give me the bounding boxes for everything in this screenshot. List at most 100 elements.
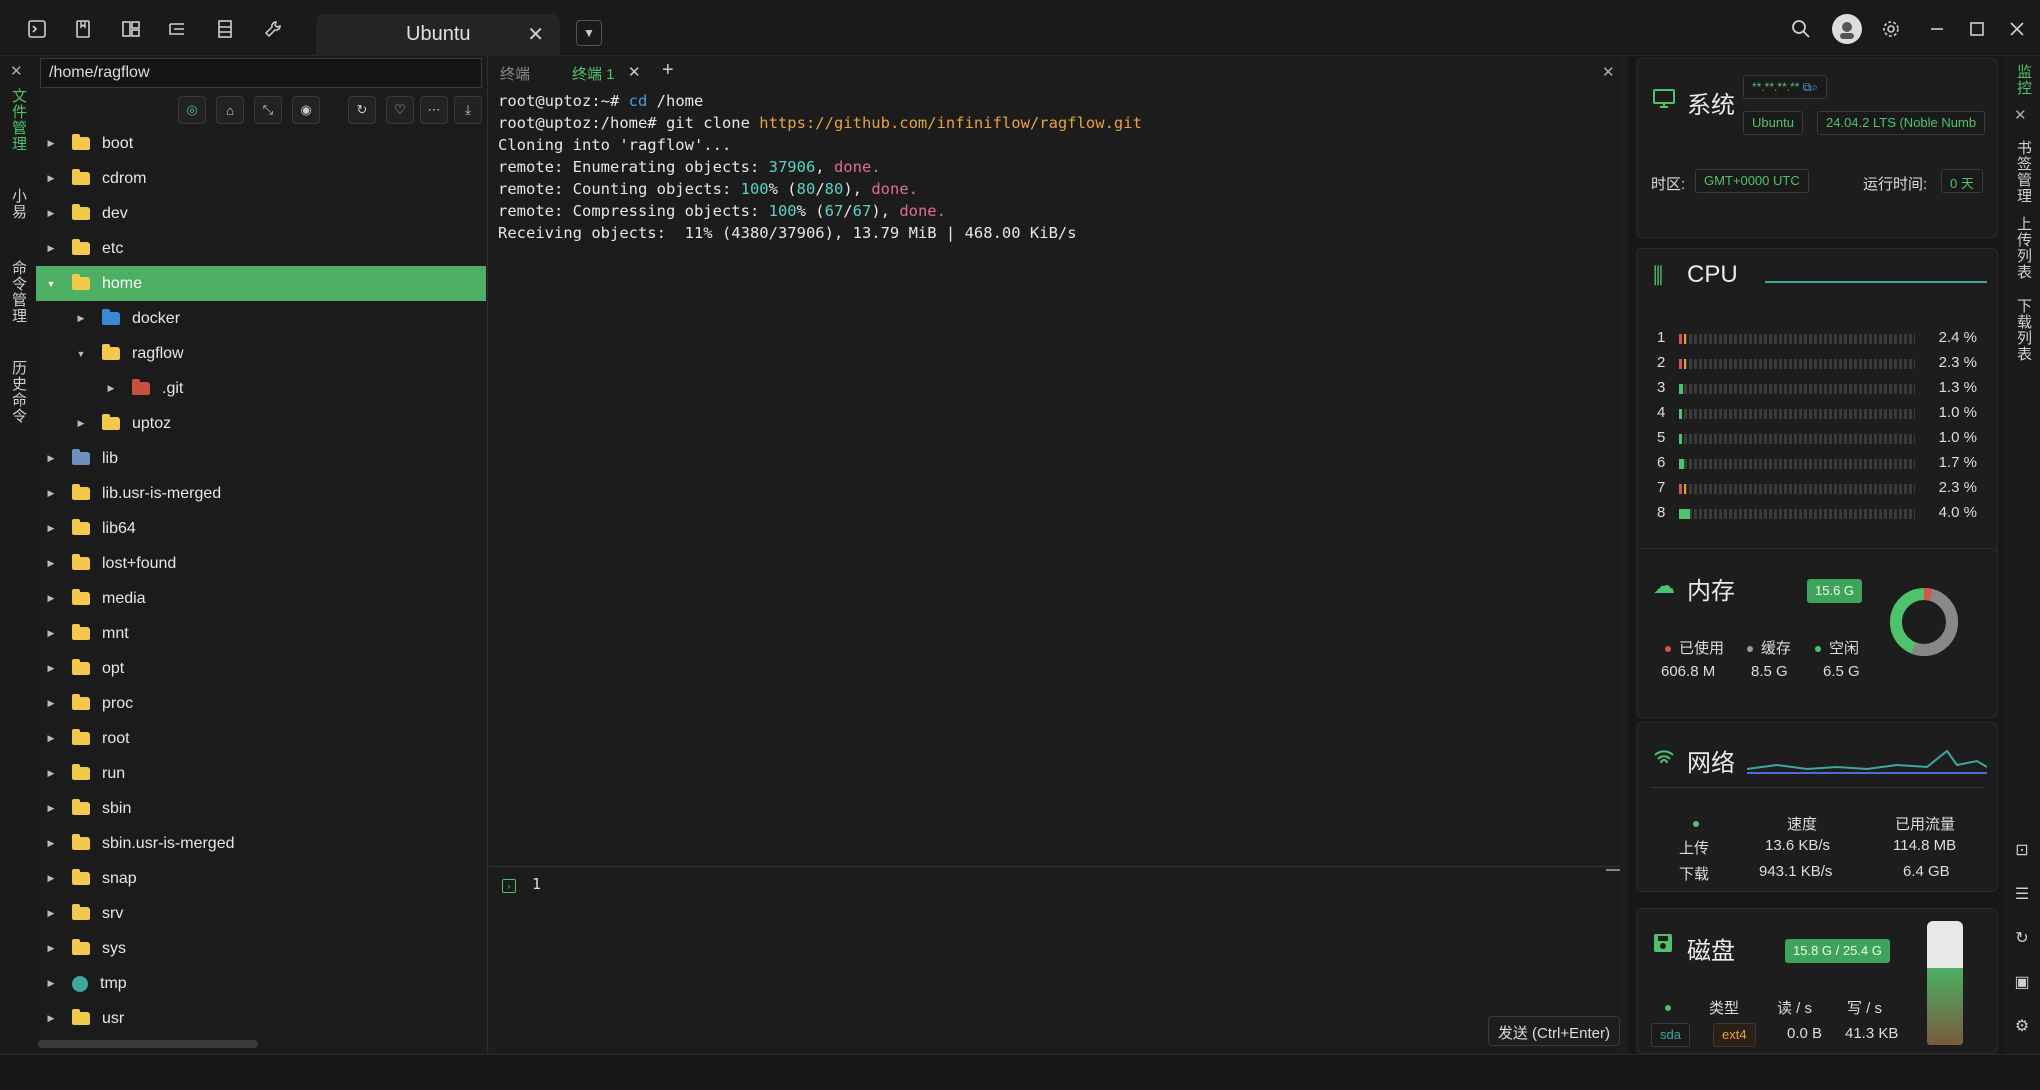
sidebar-item-upload-list[interactable]: 上传列表 (2013, 216, 2034, 280)
collapsed-arrow-icon[interactable]: ▶ (104, 383, 118, 394)
collapsed-arrow-icon[interactable]: ▶ (44, 593, 58, 604)
collapsed-arrow-icon[interactable]: ▶ (44, 208, 58, 219)
tree-item-boot[interactable]: ▶ boot (36, 126, 486, 161)
expanded-arrow-icon[interactable]: ▼ (44, 279, 58, 289)
tree-item-mnt[interactable]: ▶ mnt (36, 616, 486, 651)
tree-item-docker[interactable]: ▶ docker (36, 301, 486, 336)
list-icon[interactable]: ☰ (2012, 884, 2032, 904)
collapsed-arrow-icon[interactable]: ▶ (44, 908, 58, 919)
add-tab-button[interactable]: + (662, 59, 674, 82)
collapsed-arrow-icon[interactable]: ▶ (44, 768, 58, 779)
close-icon[interactable]: ✕ (10, 62, 23, 80)
tree-item-ragflow[interactable]: ▼ ragflow (36, 336, 486, 371)
collapsed-arrow-icon[interactable]: ▶ (74, 313, 88, 324)
wrench-icon[interactable] (260, 16, 286, 42)
sidebar-item-file-manager[interactable]: 文件管理 (8, 88, 29, 152)
tab-terminal[interactable]: 终端 (500, 63, 530, 84)
tree-item-media[interactable]: ▶ media (36, 581, 486, 616)
horizontal-scrollbar[interactable] (38, 1040, 258, 1048)
collapsed-arrow-icon[interactable]: ▶ (44, 838, 58, 849)
tree-item-opt[interactable]: ▶ opt (36, 651, 486, 686)
copy-icon[interactable]: ⧉⌕ (1803, 80, 1818, 94)
more-icon[interactable]: ⋯ (420, 96, 448, 124)
tree-item-snap[interactable]: ▶ snap (36, 861, 486, 896)
sidebar-item-xiaoyi[interactable]: 小易 (8, 188, 29, 220)
tree-item-cdrom[interactable]: ▶ cdrom (36, 161, 486, 196)
ip-address[interactable]: **.**.**.** ⧉⌕ (1743, 75, 1828, 99)
tree-icon[interactable] (164, 16, 190, 42)
collapsed-arrow-icon[interactable]: ▶ (44, 1013, 58, 1024)
collapsed-arrow-icon[interactable]: ▶ (44, 138, 58, 149)
sidebar-item-command-manager[interactable]: 命令管理 (8, 260, 29, 324)
terminal-output[interactable]: root@uptoz:~# cd /home root@uptoz:/home# … (498, 90, 1142, 244)
close-panel-icon[interactable]: ✕ (1602, 63, 1615, 81)
collapse-icon[interactable]: ⤡ (254, 96, 282, 124)
tree-item-uptoz[interactable]: ▶ uptoz (36, 406, 486, 441)
tree-item-lib[interactable]: ▶ lib (36, 441, 486, 476)
tree-item-tmp[interactable]: ▶ tmp (36, 966, 486, 1001)
tree-item-sbin[interactable]: ▶ sbin (36, 791, 486, 826)
avatar[interactable] (1832, 14, 1862, 44)
tree-item-lib-usr-is-merged[interactable]: ▶ lib.usr-is-merged (36, 476, 486, 511)
command-input-area[interactable]: › 1 (490, 866, 1620, 1054)
search-icon[interactable] (1788, 16, 1814, 42)
tree-item-dev[interactable]: ▶ dev (36, 196, 486, 231)
tree-item-etc[interactable]: ▶ etc (36, 231, 486, 266)
eye-icon[interactable]: ◉ (292, 96, 320, 124)
tab-terminal-1[interactable]: 终端 1 (572, 63, 615, 84)
collapsed-arrow-icon[interactable]: ▶ (44, 453, 58, 464)
collapsed-arrow-icon[interactable]: ▶ (44, 488, 58, 499)
gear-icon[interactable] (1878, 16, 1904, 42)
terminal-icon[interactable]: ⊡ (2012, 840, 2032, 860)
collapsed-arrow-icon[interactable]: ▶ (44, 803, 58, 814)
tree-item-lib64[interactable]: ▶ lib64 (36, 511, 486, 546)
tab-dropdown-button[interactable]: ▼ (576, 20, 602, 46)
collapsed-arrow-icon[interactable]: ▶ (44, 663, 58, 674)
list-icon[interactable] (212, 16, 238, 42)
tree-item-run[interactable]: ▶ run (36, 756, 486, 791)
collapsed-arrow-icon[interactable]: ▶ (74, 418, 88, 429)
expanded-arrow-icon[interactable]: ▼ (74, 349, 88, 359)
collapsed-arrow-icon[interactable]: ▶ (44, 978, 58, 989)
refresh-icon[interactable]: ↻ (2012, 928, 2032, 948)
collapsed-arrow-icon[interactable]: ▶ (44, 873, 58, 884)
minimize-icon[interactable] (1924, 16, 1950, 42)
sidebar-item-history[interactable]: 历史命令 (8, 360, 29, 424)
collapsed-arrow-icon[interactable]: ▶ (44, 733, 58, 744)
maximize-icon[interactable] (1964, 16, 1990, 42)
collapsed-arrow-icon[interactable]: ▶ (44, 243, 58, 254)
tree-item-usr[interactable]: ▶ usr (36, 1001, 486, 1036)
tree-item-sbin-usr-is-merged[interactable]: ▶ sbin.usr-is-merged (36, 826, 486, 861)
collapsed-arrow-icon[interactable]: ▶ (44, 523, 58, 534)
close-icon[interactable]: ✕ (2014, 106, 2027, 124)
new-terminal-icon[interactable] (24, 16, 50, 42)
tree-item-proc[interactable]: ▶ proc (36, 686, 486, 721)
send-button[interactable]: 发送 (Ctrl+Enter) (1487, 1016, 1620, 1046)
close-tab-icon[interactable]: ✕ (628, 63, 641, 81)
tree-item-git[interactable]: ▶ .git (36, 371, 486, 406)
bookmark-icon[interactable] (70, 16, 96, 42)
path-input[interactable] (40, 58, 482, 88)
sidebar-item-bookmarks[interactable]: 书签管理 (2013, 140, 2034, 204)
home-icon[interactable]: ⌂ (216, 96, 244, 124)
collapsed-arrow-icon[interactable]: ▶ (44, 558, 58, 569)
close-icon[interactable] (2004, 16, 2030, 42)
locate-icon[interactable]: ◎ (178, 96, 206, 124)
sidebar-item-download-list[interactable]: 下载列表 (2013, 298, 2034, 362)
collapsed-arrow-icon[interactable]: ▶ (44, 173, 58, 184)
tree-item-srv[interactable]: ▶ srv (36, 896, 486, 931)
tree-item-root[interactable]: ▶ root (36, 721, 486, 756)
tab-ubuntu[interactable]: Ubuntu ✕ (316, 14, 560, 56)
collapsed-arrow-icon[interactable]: ▶ (44, 943, 58, 954)
save-icon[interactable]: ▣ (2012, 972, 2032, 992)
sidebar-item-monitor[interactable]: 监控 (2013, 64, 2034, 96)
tree-item-sys[interactable]: ▶ sys (36, 931, 486, 966)
refresh-icon[interactable]: ↻ (348, 96, 376, 124)
collapsed-arrow-icon[interactable]: ▶ (44, 698, 58, 709)
gear-icon[interactable]: ⚙ (2012, 1016, 2032, 1036)
tree-item-lost-found[interactable]: ▶ lost+found (36, 546, 486, 581)
tree-item-home[interactable]: ▼ home (36, 266, 486, 301)
upload-icon[interactable]: ⤓ (454, 96, 482, 124)
layout-icon[interactable] (118, 16, 144, 42)
close-tab-icon[interactable]: ✕ (527, 22, 544, 47)
